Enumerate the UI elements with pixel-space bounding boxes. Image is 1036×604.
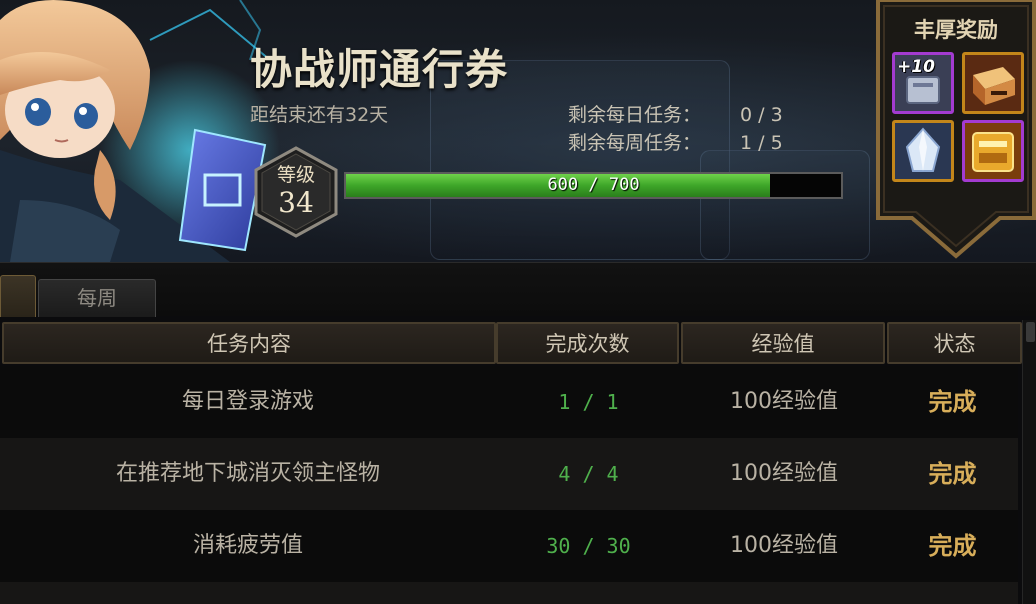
tab-bar: 每周 [0, 262, 1036, 317]
table-row: 每日登录游戏 1 / 1 100经验值 完成 [0, 366, 1018, 438]
task-name: 消耗疲劳值 [192, 533, 303, 558]
column-header-status: 状态 [887, 322, 1022, 364]
xp-progress-text: 600 / 700 [547, 175, 640, 195]
table-header: 任务内容 完成次数 经验值 状态 [0, 320, 1022, 366]
weekly-remaining-label: 剩余每周任务： [568, 132, 702, 154]
table-row: 在推荐地下城消灭领主怪物 4 / 4 100经验值 完成 [0, 438, 1018, 510]
column-header-exp: 经验值 [681, 322, 885, 364]
task-count: 30 / 30 [546, 534, 631, 558]
reward-item[interactable]: +10 [892, 52, 954, 114]
rewards-panel: 丰厚奖励 +10 [876, 0, 1036, 262]
reward-item[interactable] [962, 120, 1024, 182]
weekly-remaining: 剩余每周任务： 1 / 5 [568, 128, 783, 155]
countdown-text: 距结束还有32天 [250, 104, 389, 126]
task-exp: 100经验值 [730, 461, 838, 486]
daily-remaining: 剩余每日任务： 0 / 3 [568, 100, 783, 127]
golden-chest-icon [965, 123, 1021, 179]
task-exp: 100经验值 [730, 389, 838, 414]
reward-item[interactable] [892, 120, 954, 182]
xp-progress-bar: 600 / 700 [344, 172, 843, 199]
scrollbar-thumb[interactable] [1026, 322, 1035, 342]
level-badge: 等级 34 [250, 146, 342, 238]
pass-banner: 协战师通行券 距结束还有32天 剩余每日任务： 0 / 3 剩余每周任务： 1 / … [0, 0, 1036, 262]
reward-tag: +10 [897, 57, 935, 77]
daily-remaining-label: 剩余每日任务： [568, 104, 702, 126]
level-label: 等级 [276, 164, 315, 186]
task-count: 4 / 4 [558, 462, 619, 486]
treasure-box-icon [965, 55, 1021, 111]
weekly-remaining-value: 1 / 5 [740, 132, 783, 154]
column-header-task: 任务内容 [2, 322, 496, 364]
task-count: 1 / 1 [558, 390, 619, 414]
task-status: 完成 [928, 388, 977, 416]
daily-remaining-value: 0 / 3 [740, 104, 783, 126]
rewards-title: 丰厚奖励 [914, 17, 998, 42]
task-status: 完成 [928, 532, 977, 560]
task-table: 任务内容 完成次数 经验值 状态 每日登录游戏 1 / 1 100经验值 完成 … [0, 320, 1022, 604]
task-status: 完成 [928, 460, 977, 488]
table-row: 消耗疲劳值 30 / 30 100经验值 完成 [0, 510, 1018, 582]
task-exp: 100经验值 [730, 533, 838, 558]
crystal-icon [895, 123, 951, 179]
task-name: 在推荐地下城消灭领主怪物 [115, 461, 380, 486]
task-name: 每日登录游戏 [181, 389, 314, 414]
pass-title: 协战师通行券 [250, 45, 509, 94]
level-value: 34 [278, 186, 314, 219]
table-row [0, 582, 1018, 604]
reward-item[interactable] [962, 52, 1024, 114]
column-header-count: 完成次数 [496, 322, 679, 364]
scrollbar[interactable] [1022, 320, 1036, 604]
background-panel [700, 150, 870, 260]
tab-daily[interactable] [0, 275, 36, 317]
tab-weekly[interactable]: 每周 [38, 279, 156, 317]
